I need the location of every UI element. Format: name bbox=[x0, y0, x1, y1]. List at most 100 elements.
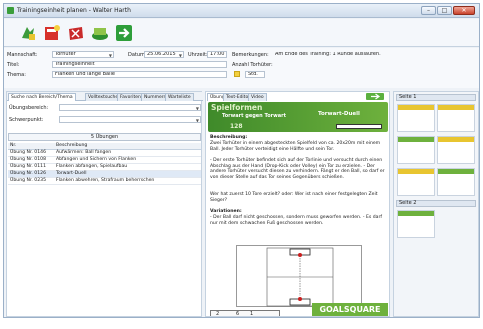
score-3: 1 bbox=[250, 311, 254, 317]
page-1-header: Seite 1 bbox=[396, 94, 476, 101]
app-icon bbox=[7, 7, 14, 14]
new-training-icon bbox=[45, 25, 60, 40]
exit-arrow-icon bbox=[116, 25, 132, 41]
datum-field[interactable]: 25.06.2015 ▼ bbox=[144, 51, 184, 58]
titel-field[interactable]: Trainingseinheit bbox=[52, 61, 227, 68]
page-thumbnail[interactable] bbox=[437, 104, 475, 132]
tab-favoriten[interactable]: Favoriten bbox=[117, 93, 144, 101]
bemerkungen-field[interactable]: Am Ende des Training: 1 Runde auslaufen. bbox=[272, 51, 392, 58]
maximize-button[interactable]: □ bbox=[437, 6, 452, 15]
score-1: 2 bbox=[216, 311, 220, 317]
tab-video[interactable]: Video bbox=[248, 93, 267, 101]
pitch-diagram bbox=[266, 247, 334, 307]
banner-title: Spielformen bbox=[211, 103, 263, 112]
table-row[interactable]: Übung Nr. 0126 Torwart-Duell bbox=[8, 171, 201, 178]
row-nr: Übung Nr. 0235 bbox=[10, 178, 46, 183]
uhrzeit-label: Uhrzeit: bbox=[188, 52, 208, 58]
procedure-text: - Der erste Torhüter befindet sich auf d… bbox=[210, 158, 385, 180]
score-strip bbox=[210, 310, 280, 316]
schwerpunkt-select[interactable]: ▼ bbox=[59, 116, 201, 123]
exercise-diagram bbox=[236, 245, 362, 307]
bemerkungen-label: Bemerkungen: bbox=[232, 52, 269, 58]
page-thumbnail[interactable] bbox=[437, 136, 475, 164]
tab-volltextsuche[interactable]: Volltextsuche bbox=[85, 93, 122, 101]
row-nr: Übung Nr. 0108 bbox=[10, 157, 46, 162]
tab-warteliste[interactable]: Warteliste bbox=[165, 93, 194, 101]
exercise-preview-panel: Übung Text-Editor Video Spielformen Torw… bbox=[205, 91, 390, 317]
table-row[interactable]: Übung Nr. 0146 Aufwärmen: Ball fangen bbox=[8, 150, 201, 157]
thema-label: Thema: bbox=[7, 72, 26, 78]
close-button[interactable]: ✕ bbox=[453, 6, 475, 15]
page-thumbnail[interactable] bbox=[437, 168, 475, 196]
training-form: Mannschaft: Torhüter ▼ Datum: 25.06.2015 ▼… bbox=[4, 48, 479, 88]
exit-button[interactable] bbox=[114, 23, 134, 43]
variationen-heading: Variationen: bbox=[210, 209, 242, 214]
search-tabs: Suche nach Bereich/Thema Volltextsuche F… bbox=[7, 92, 203, 101]
thema-field[interactable]: Flanken und lange Bälle bbox=[52, 71, 227, 78]
row-description: Abfangen und Sichern von Flanken bbox=[56, 157, 137, 162]
style-value: Std. bbox=[248, 71, 258, 77]
bereich-select[interactable]: ▼ bbox=[59, 104, 201, 111]
column-nr: Nr. bbox=[10, 143, 17, 148]
score-2: 6 bbox=[236, 311, 240, 317]
arrow-right-icon bbox=[371, 93, 381, 100]
bemerkungen-value: Am Ende des Training: 1 Runde auslaufen. bbox=[275, 51, 381, 57]
bereich-label: Übungsbereich: bbox=[9, 105, 49, 111]
mannschaft-label: Mannschaft: bbox=[7, 52, 38, 58]
uhrzeit-value: 17:00 bbox=[210, 51, 225, 57]
chevron-down-icon: ▼ bbox=[108, 53, 112, 58]
save-icon bbox=[92, 28, 108, 40]
exercise-number: 128 bbox=[230, 123, 243, 130]
row-nr: Übung Nr. 0146 bbox=[10, 150, 46, 155]
exercise-count: 5 Übungen bbox=[8, 133, 201, 141]
delete-button[interactable] bbox=[66, 23, 86, 43]
page-thumbnail[interactable] bbox=[397, 210, 435, 238]
new-exercise-button[interactable] bbox=[18, 23, 38, 43]
exercise-banner: Spielformen Torwart gegen Torwart Torwar… bbox=[208, 102, 388, 132]
style-select[interactable]: Std. bbox=[245, 71, 265, 78]
question-text: Wer hat zuerst 10 Tore erzielt? oder: We… bbox=[210, 192, 378, 203]
table-row[interactable]: Übung Nr. 0111 Flanken abfangen, Spielauf… bbox=[8, 164, 201, 171]
beschreibung-text: Zwei Torhüter in einem abgesteckten Spie… bbox=[210, 141, 381, 152]
thema-value: Flanken und lange Bälle bbox=[55, 71, 115, 77]
row-description: Flanken abfangen, Spielaufbau bbox=[56, 164, 128, 169]
table-row[interactable]: Übung Nr. 0108 Abfangen und Sichern von F… bbox=[8, 157, 201, 164]
page-thumbnail[interactable] bbox=[397, 168, 435, 196]
minimize-button[interactable]: – bbox=[421, 6, 436, 15]
row-nr: Übung Nr. 0111 bbox=[10, 164, 46, 169]
titel-label: Titel: bbox=[7, 62, 20, 68]
highlight-color-icon[interactable] bbox=[234, 71, 240, 77]
column-beschreibung: Beschreibung bbox=[56, 143, 88, 148]
banner-subtitle: Torwart gegen Torwart bbox=[222, 113, 286, 119]
new-training-button[interactable] bbox=[42, 23, 62, 43]
banner-exercise-name: Torwart-Duell bbox=[318, 111, 360, 117]
window-title: Trainingseinheit planen - Walter Harth bbox=[17, 7, 131, 14]
exercise-search-panel: Suche nach Bereich/Thema Volltextsuche F… bbox=[6, 91, 203, 317]
pages-panel: Seite 1 Seite 2 bbox=[393, 91, 479, 317]
exercise-table: Nr. Beschreibung Übung Nr. 0146 Aufwärmen… bbox=[8, 143, 201, 185]
add-exercise-button[interactable] bbox=[366, 93, 384, 100]
toolbar bbox=[4, 19, 479, 47]
variationen-text: - Der Ball darf nicht geschossen, sonder… bbox=[210, 215, 382, 226]
titel-value: Trainingseinheit bbox=[55, 61, 95, 67]
delete-icon bbox=[69, 27, 83, 40]
mannschaft-value: Torhüter bbox=[55, 51, 76, 57]
chevron-down-icon: ▼ bbox=[195, 118, 199, 123]
schwerpunkt-label: Schwerpunkt: bbox=[9, 117, 44, 123]
page-2-header: Seite 2 bbox=[396, 200, 476, 207]
page-thumbnail[interactable] bbox=[397, 104, 435, 132]
table-row[interactable]: Übung Nr. 0235 Flanken abwehren, Strafrau… bbox=[8, 178, 201, 185]
table-header: Nr. Beschreibung bbox=[8, 143, 201, 150]
rating-scale bbox=[336, 124, 382, 129]
title-bar: Trainingseinheit planen - Walter Harth –… bbox=[4, 4, 479, 18]
beschreibung-heading: Beschreibung: bbox=[210, 135, 248, 140]
main-window: Trainingseinheit planen - Walter Harth –… bbox=[3, 3, 480, 318]
page-thumbnail[interactable] bbox=[397, 136, 435, 164]
mannschaft-select[interactable]: Torhüter ▼ bbox=[52, 51, 114, 58]
tab-bereich-thema[interactable]: Suche nach Bereich/Thema bbox=[8, 93, 76, 101]
uhrzeit-field[interactable]: 17:00 bbox=[207, 51, 227, 58]
save-button[interactable] bbox=[90, 23, 110, 43]
anzahl-torhueter-label: Anzahl Torhüter: bbox=[232, 62, 273, 68]
row-description: Flanken abwehren, Strafraum beherrschen bbox=[56, 178, 155, 183]
chevron-down-icon: ▼ bbox=[195, 106, 199, 111]
